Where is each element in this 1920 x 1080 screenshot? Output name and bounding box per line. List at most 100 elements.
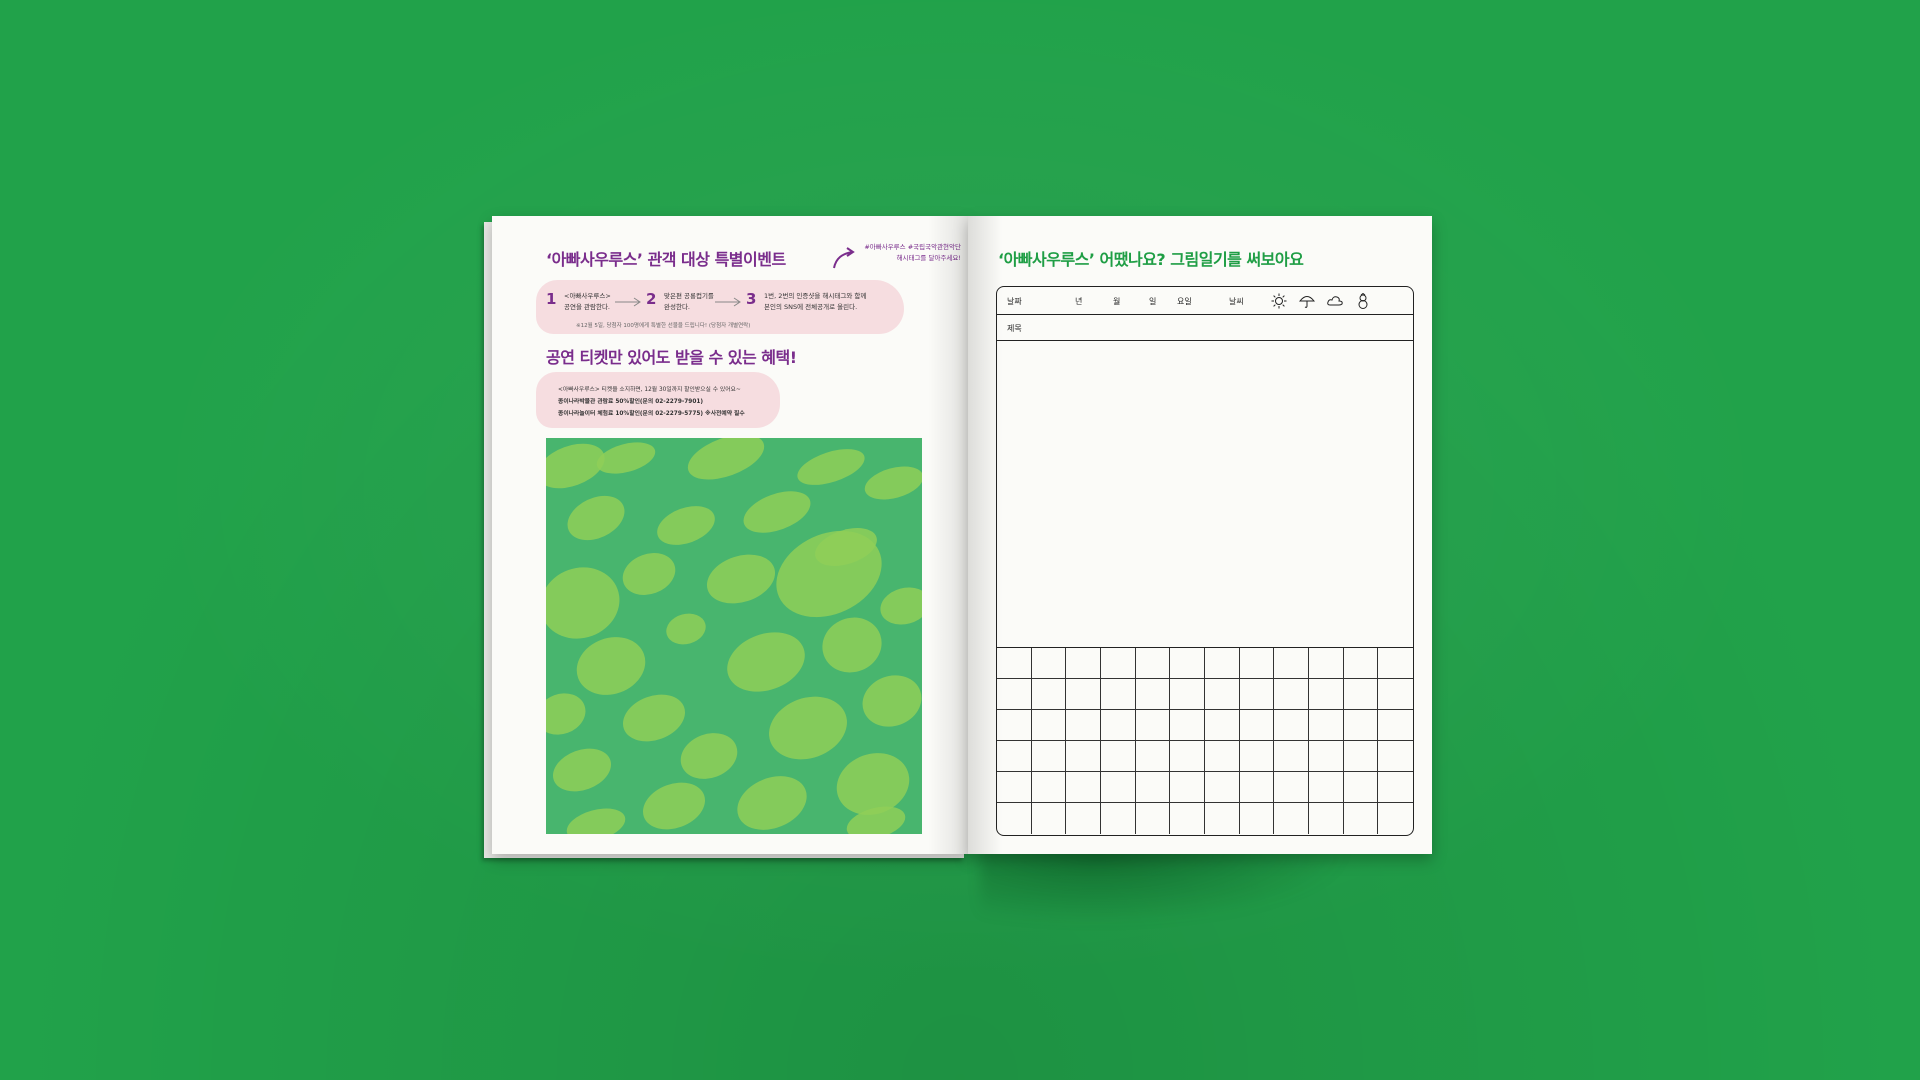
date-label: 날짜 [1007, 297, 1022, 306]
grid-cell[interactable] [1378, 741, 1413, 772]
pattern-blob [762, 514, 896, 634]
pattern-blob [814, 608, 890, 682]
grid-cell[interactable] [1205, 803, 1240, 834]
pattern-blob [568, 627, 654, 705]
grid-cell[interactable] [997, 710, 1032, 741]
pattern-blob [861, 460, 922, 506]
benefit-line: 종이나라박물관 관람료 50%할인(문의 02-2279-7901) [558, 399, 704, 405]
grid-cell[interactable] [1066, 710, 1101, 741]
grid-cell[interactable] [997, 741, 1032, 772]
benefit-title: 공연 티켓만 있어도 받을 수 있는 혜택! [546, 348, 797, 367]
pattern-blob [681, 438, 771, 489]
grid-cell[interactable] [1135, 710, 1171, 741]
grid-cell[interactable] [1066, 772, 1101, 803]
grid-cell[interactable] [1274, 648, 1309, 679]
grid-cell[interactable] [1239, 772, 1275, 803]
grid-cell[interactable] [997, 648, 1032, 679]
grid-cell[interactable] [1136, 803, 1171, 834]
grid-cell[interactable] [1378, 679, 1413, 710]
grid-cell[interactable] [1205, 772, 1240, 803]
pattern-blob [855, 667, 922, 735]
grid-cell[interactable] [1066, 648, 1101, 679]
grid-cell[interactable] [1274, 679, 1309, 710]
grid-cell[interactable] [997, 679, 1032, 710]
grid-cell[interactable] [1170, 741, 1205, 772]
pattern-blob [546, 556, 630, 650]
title-label: 제목 [1007, 324, 1022, 333]
pattern-blob [760, 686, 856, 770]
grid-cell[interactable] [1343, 710, 1379, 741]
drawing-area[interactable] [997, 341, 1413, 648]
step-text: 1번, 2번의 인증샷을 해시태그와 함께 본인의 SNS에 전체공개로 올린다… [764, 292, 867, 311]
grid-cell[interactable] [1031, 741, 1067, 772]
grid-cell[interactable] [1239, 710, 1275, 741]
grid-cell[interactable] [1378, 803, 1413, 834]
grid-cell[interactable] [1135, 772, 1171, 803]
grid-cell[interactable] [1343, 648, 1379, 679]
grid-cell[interactable] [1101, 648, 1136, 679]
writing-grid[interactable] [997, 648, 1413, 834]
grid-cell[interactable] [1378, 648, 1413, 679]
grid-cell[interactable] [1031, 772, 1067, 803]
step-number: 3 [746, 290, 757, 308]
grid-cell[interactable] [1066, 679, 1101, 710]
grid-cell[interactable] [1066, 803, 1101, 834]
pattern-blob [651, 498, 721, 553]
grid-cell[interactable] [1066, 741, 1101, 772]
grid-cell[interactable] [1101, 772, 1136, 803]
grid-cell[interactable] [1309, 648, 1344, 679]
grid-cell[interactable] [1032, 803, 1067, 834]
grid-cell[interactable] [1274, 803, 1309, 834]
grid-cell[interactable] [1239, 648, 1275, 679]
grid-cell[interactable] [997, 772, 1032, 803]
pattern-blob [616, 545, 682, 603]
grid-cell[interactable] [1031, 710, 1067, 741]
grid-cell[interactable] [1170, 803, 1205, 834]
diary-header-row: 날짜 년 월 일 요일 날씨 [997, 287, 1413, 315]
grid-cell[interactable] [1344, 803, 1379, 834]
pattern-blob [718, 622, 814, 702]
grid-cell[interactable] [1205, 648, 1240, 679]
grid-cell[interactable] [1170, 679, 1205, 710]
grid-cell[interactable] [1240, 803, 1275, 834]
grid-cell[interactable] [1239, 741, 1275, 772]
grid-cell[interactable] [1031, 679, 1067, 710]
step-number: 1 [546, 290, 557, 308]
grid-cell[interactable] [1309, 741, 1344, 772]
grid-cell[interactable] [1309, 679, 1344, 710]
grid-cell[interactable] [1170, 710, 1205, 741]
grid-cell[interactable] [1101, 710, 1136, 741]
grid-cell[interactable] [1101, 741, 1136, 772]
grid-cell[interactable] [1205, 710, 1240, 741]
grid-cell[interactable] [1378, 710, 1413, 741]
grid-cell[interactable] [1135, 741, 1171, 772]
benefit-line: 종이나라놀이터 체험료 10%할인(문의 02-2279-5775) ※사전예약… [558, 411, 745, 417]
grid-cell[interactable] [1135, 679, 1171, 710]
grid-cell[interactable] [1031, 648, 1067, 679]
grid-cell[interactable] [1309, 772, 1344, 803]
pattern-blob [674, 725, 744, 787]
grid-cell[interactable] [1343, 772, 1379, 803]
grid-cell[interactable] [1309, 710, 1344, 741]
grid-cell[interactable] [1274, 772, 1309, 803]
grid-cell[interactable] [1170, 648, 1205, 679]
grid-cell[interactable] [1101, 803, 1136, 834]
grid-cell[interactable] [1274, 741, 1309, 772]
grid-cell[interactable] [1170, 772, 1205, 803]
pattern-blob [563, 802, 629, 834]
pattern-blob [546, 686, 592, 742]
grid-cell[interactable] [1309, 803, 1344, 834]
benefit-highlight: <아빠사우루스> 티켓을 소지하면, 12월 30일까지 할인받으실 수 있어요… [536, 372, 780, 428]
grid-cell[interactable] [1343, 741, 1379, 772]
grid-cell[interactable] [1343, 679, 1379, 710]
grid-cell[interactable] [1135, 648, 1171, 679]
grid-cell[interactable] [1378, 772, 1413, 803]
weather-label: 날씨 [1229, 297, 1244, 306]
grid-cell[interactable] [1274, 710, 1309, 741]
grid-cell[interactable] [997, 803, 1032, 834]
grid-cell[interactable] [1101, 679, 1136, 710]
grid-cell[interactable] [1205, 679, 1240, 710]
grid-cell[interactable] [1239, 679, 1275, 710]
grid-cell[interactable] [1205, 741, 1240, 772]
hashtag-note: #아빠사우루스 #국립국악관현악단 해시태그를 달아주세요! [837, 242, 961, 264]
